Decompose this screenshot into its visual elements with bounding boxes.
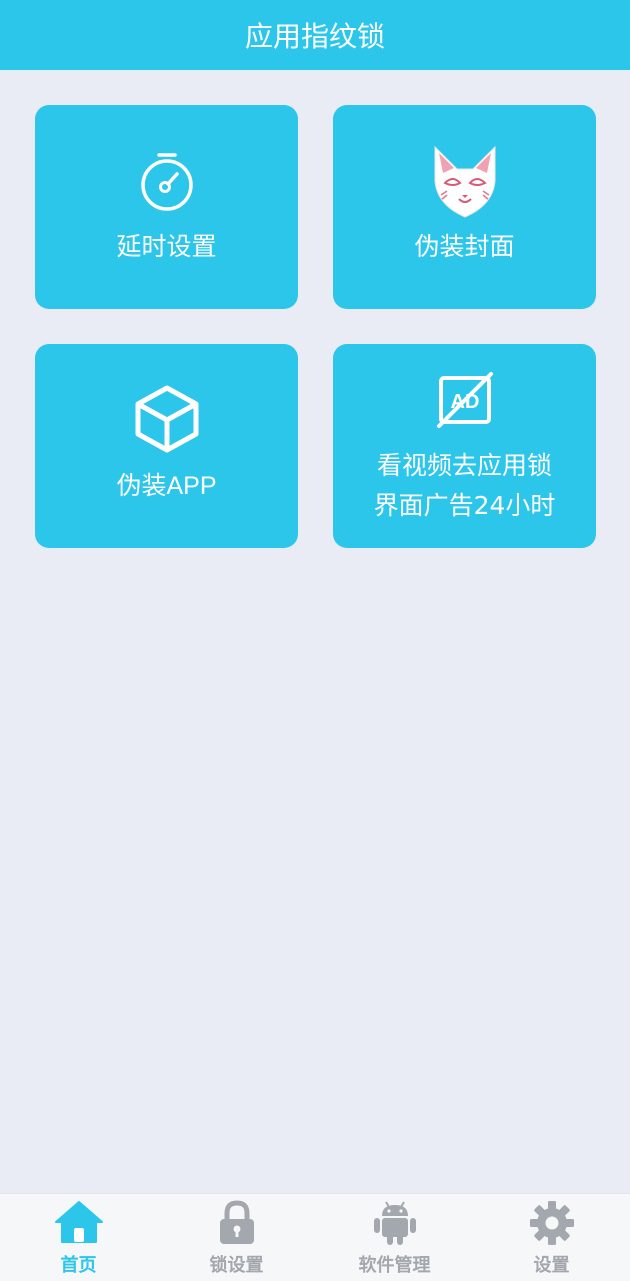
tab-settings[interactable]: 设置 [473,1194,630,1281]
page-title: 应用指纹锁 [244,20,385,53]
tab-label: 软件管理 [358,1255,431,1276]
tab-label: 设置 [533,1255,570,1276]
stopwatch-icon [140,153,193,211]
tab-label: 锁设置 [209,1255,264,1276]
fox-mask-icon [434,145,495,218]
disguise-cover-tile[interactable]: 伪装封面 [333,105,596,309]
tile-label: 伪装封面 [414,232,515,261]
no-ads-icon: AD [436,372,493,428]
tile-label: 看视频去应用锁 界面广告24小时 [333,446,596,526]
home-icon [54,1201,103,1243]
bottom-tab-bar: 首页 锁设置 软件管理 设置 [0,1193,630,1281]
tab-app-management[interactable]: 软件管理 [316,1194,473,1281]
lock-icon [219,1200,254,1244]
android-icon [373,1201,416,1245]
delay-settings-tile[interactable]: 延时设置 [35,105,298,309]
tile-label-line: 看视频去应用锁 界面广告24小时 [373,451,556,520]
tab-lock-settings[interactable]: 锁设置 [158,1194,315,1281]
remove-ads-tile[interactable]: AD 看视频去应用锁界面广告24小时 [333,344,596,548]
gear-icon [529,1201,574,1245]
cube-icon [135,385,198,453]
tile-label: 伪装APP [116,472,217,500]
app-header: 应用指纹锁 [0,0,630,70]
disguise-app-tile[interactable]: 伪装APP [35,344,298,548]
tab-home[interactable]: 首页 [0,1194,157,1281]
tile-label: 延时设置 [116,232,217,261]
tab-label: 首页 [60,1255,97,1276]
